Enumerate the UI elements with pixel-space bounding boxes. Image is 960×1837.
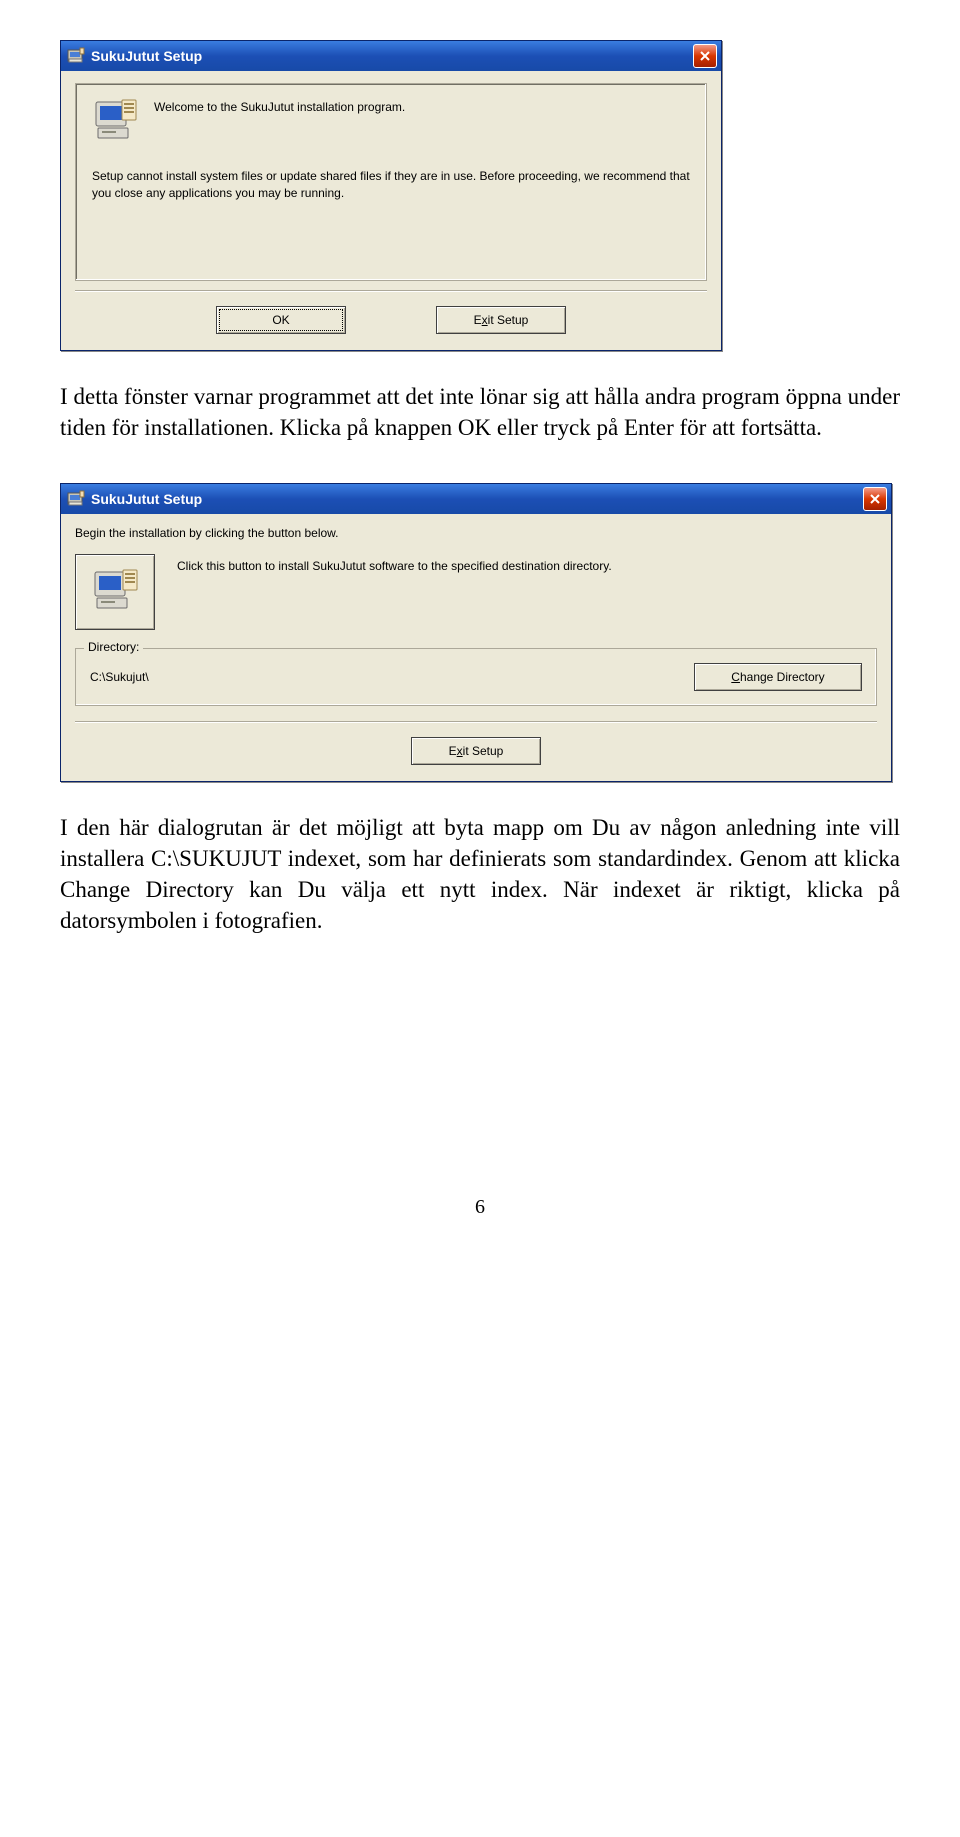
titlebar[interactable]: SukuJutut Setup <box>61 41 721 71</box>
directory-path: C:\Sukujut\ <box>90 670 149 684</box>
ok-button[interactable]: OK <box>216 306 346 334</box>
page-number: 6 <box>60 1196 900 1219</box>
directory-legend: Directory: <box>84 640 143 654</box>
exit-prefix: E <box>474 313 482 327</box>
install-button[interactable] <box>75 554 155 630</box>
change-accelerator: C <box>731 670 740 684</box>
close-icon <box>870 494 880 504</box>
change-suffix: hange Directory <box>740 670 825 684</box>
begin-text: Begin the installation by clicking the b… <box>75 526 877 540</box>
computer-install-icon <box>89 566 141 618</box>
paragraph-1: I detta fönster varnar programmet att de… <box>60 381 900 443</box>
paragraph-2: I den här dialogrutan är det möjligt att… <box>60 812 900 936</box>
titlebar[interactable]: SukuJutut Setup <box>61 484 891 514</box>
warning-text: Setup cannot install system files or upd… <box>92 168 690 202</box>
close-button[interactable] <box>863 487 887 511</box>
exit-setup-button[interactable]: Exit Setup <box>411 737 541 765</box>
close-button[interactable] <box>693 44 717 68</box>
setup-dialog-2: SukuJutut Setup Begin the installation b… <box>60 483 892 782</box>
exit-setup-button[interactable]: Exit Setup <box>436 306 566 334</box>
setup-disk-icon <box>67 47 85 65</box>
change-directory-button[interactable]: Change Directory <box>694 663 862 691</box>
titlebar-text: SukuJutut Setup <box>91 48 202 64</box>
welcome-panel: Welcome to the SukuJutut installation pr… <box>75 83 707 281</box>
exit-prefix: E <box>449 744 457 758</box>
setup-disk-icon <box>67 490 85 508</box>
close-icon <box>700 51 710 61</box>
ok-label: OK <box>272 313 289 327</box>
exit-suffix: it Setup <box>463 744 504 758</box>
exit-suffix: it Setup <box>488 313 529 327</box>
welcome-text: Welcome to the SukuJutut installation pr… <box>154 98 690 114</box>
directory-group: Directory: C:\Sukujut\ Change Directory <box>75 648 877 706</box>
titlebar-text: SukuJutut Setup <box>91 491 202 507</box>
computer-icon <box>92 98 138 144</box>
setup-dialog-1: SukuJutut Setup <box>60 40 722 351</box>
install-description: Click this button to install SukuJutut s… <box>177 554 877 574</box>
